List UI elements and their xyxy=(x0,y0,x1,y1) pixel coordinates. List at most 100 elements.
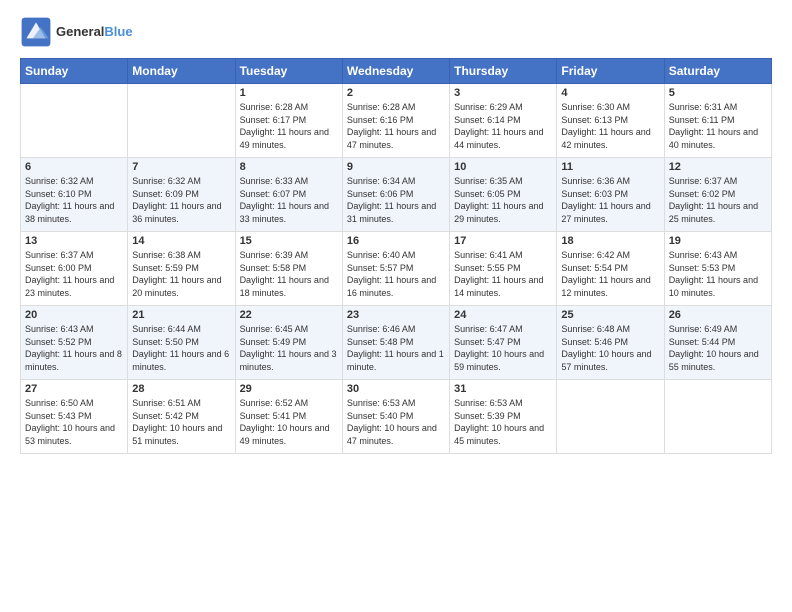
day-number: 31 xyxy=(454,383,552,395)
day-header-monday: Monday xyxy=(128,59,235,84)
calendar-cell: 21 Sunrise: 6:44 AM Sunset: 5:50 PM Dayli… xyxy=(128,306,235,380)
calendar-cell: 7 Sunrise: 6:32 AM Sunset: 6:09 PM Daylig… xyxy=(128,158,235,232)
day-number: 17 xyxy=(454,235,552,247)
cell-info: Sunrise: 6:39 AM Sunset: 5:58 PM Dayligh… xyxy=(240,249,338,299)
calendar-cell: 20 Sunrise: 6:43 AM Sunset: 5:52 PM Dayli… xyxy=(21,306,128,380)
day-number: 3 xyxy=(454,87,552,99)
day-number: 25 xyxy=(561,309,659,321)
week-row-4: 20 Sunrise: 6:43 AM Sunset: 5:52 PM Dayli… xyxy=(21,306,772,380)
calendar-cell: 30Sunrise: 6:53 AM Sunset: 5:40 PM Dayli… xyxy=(342,380,449,454)
day-header-saturday: Saturday xyxy=(664,59,771,84)
calendar-cell: 2 Sunrise: 6:28 AM Sunset: 6:16 PM Daylig… xyxy=(342,84,449,158)
logo: GeneralBlue xyxy=(20,16,133,48)
calendar-cell xyxy=(21,84,128,158)
calendar-cell xyxy=(664,380,771,454)
logo-text: GeneralBlue xyxy=(56,24,133,40)
day-number: 21 xyxy=(132,309,230,321)
day-header-thursday: Thursday xyxy=(450,59,557,84)
day-number: 10 xyxy=(454,161,552,173)
week-row-2: 6 Sunrise: 6:32 AM Sunset: 6:10 PM Daylig… xyxy=(21,158,772,232)
cell-info: Sunrise: 6:46 AM Sunset: 5:48 PM Dayligh… xyxy=(347,323,445,373)
day-number: 13 xyxy=(25,235,123,247)
cell-info: Sunrise: 6:29 AM Sunset: 6:14 PM Dayligh… xyxy=(454,101,552,151)
day-number: 27 xyxy=(25,383,123,395)
cell-info: Sunrise: 6:37 AM Sunset: 6:00 PM Dayligh… xyxy=(25,249,123,299)
calendar-table: SundayMondayTuesdayWednesdayThursdayFrid… xyxy=(20,58,772,454)
day-number: 2 xyxy=(347,87,445,99)
cell-info: Sunrise: 6:53 AM Sunset: 5:39 PM Dayligh… xyxy=(454,397,552,447)
day-number: 23 xyxy=(347,309,445,321)
cell-info: Sunrise: 6:51 AM Sunset: 5:42 PM Dayligh… xyxy=(132,397,230,447)
cell-info: Sunrise: 6:31 AM Sunset: 6:11 PM Dayligh… xyxy=(669,101,767,151)
day-header-sunday: Sunday xyxy=(21,59,128,84)
day-number: 18 xyxy=(561,235,659,247)
cell-info: Sunrise: 6:53 AM Sunset: 5:40 PM Dayligh… xyxy=(347,397,445,447)
day-number: 16 xyxy=(347,235,445,247)
day-number: 12 xyxy=(669,161,767,173)
day-number: 20 xyxy=(25,309,123,321)
day-number: 28 xyxy=(132,383,230,395)
day-number: 22 xyxy=(240,309,338,321)
calendar-cell: 5 Sunrise: 6:31 AM Sunset: 6:11 PM Daylig… xyxy=(664,84,771,158)
calendar-cell xyxy=(557,380,664,454)
calendar-cell: 11Sunrise: 6:36 AM Sunset: 6:03 PM Dayli… xyxy=(557,158,664,232)
header: GeneralBlue xyxy=(20,16,772,48)
day-number: 1 xyxy=(240,87,338,99)
calendar-cell: 29Sunrise: 6:52 AM Sunset: 5:41 PM Dayli… xyxy=(235,380,342,454)
calendar-cell: 13 Sunrise: 6:37 AM Sunset: 6:00 PM Dayli… xyxy=(21,232,128,306)
calendar-cell: 28 Sunrise: 6:51 AM Sunset: 5:42 PM Dayli… xyxy=(128,380,235,454)
cell-info: Sunrise: 6:40 AM Sunset: 5:57 PM Dayligh… xyxy=(347,249,445,299)
calendar-cell: 9Sunrise: 6:34 AM Sunset: 6:06 PM Daylig… xyxy=(342,158,449,232)
calendar-cell: 18 Sunrise: 6:42 AM Sunset: 5:54 PM Dayli… xyxy=(557,232,664,306)
day-number: 4 xyxy=(561,87,659,99)
calendar-cell: 24Sunrise: 6:47 AM Sunset: 5:47 PM Dayli… xyxy=(450,306,557,380)
cell-info: Sunrise: 6:41 AM Sunset: 5:55 PM Dayligh… xyxy=(454,249,552,299)
calendar-cell: 31 Sunrise: 6:53 AM Sunset: 5:39 PM Dayli… xyxy=(450,380,557,454)
page: GeneralBlue SundayMondayTuesdayWednesday… xyxy=(0,0,792,612)
day-number: 19 xyxy=(669,235,767,247)
day-number: 11 xyxy=(561,161,659,173)
day-header-tuesday: Tuesday xyxy=(235,59,342,84)
day-number: 8 xyxy=(240,161,338,173)
calendar-cell: 22 Sunrise: 6:45 AM Sunset: 5:49 PM Dayli… xyxy=(235,306,342,380)
cell-info: Sunrise: 6:30 AM Sunset: 6:13 PM Dayligh… xyxy=(561,101,659,151)
calendar-cell: 4 Sunrise: 6:30 AM Sunset: 6:13 PM Daylig… xyxy=(557,84,664,158)
calendar-cell: 23 Sunrise: 6:46 AM Sunset: 5:48 PM Dayli… xyxy=(342,306,449,380)
cell-info: Sunrise: 6:42 AM Sunset: 5:54 PM Dayligh… xyxy=(561,249,659,299)
cell-info: Sunrise: 6:45 AM Sunset: 5:49 PM Dayligh… xyxy=(240,323,338,373)
cell-info: Sunrise: 6:44 AM Sunset: 5:50 PM Dayligh… xyxy=(132,323,230,373)
cell-info: Sunrise: 6:34 AM Sunset: 6:06 PM Dayligh… xyxy=(347,175,445,225)
day-number: 15 xyxy=(240,235,338,247)
cell-info: Sunrise: 6:28 AM Sunset: 6:16 PM Dayligh… xyxy=(347,101,445,151)
cell-info: Sunrise: 6:37 AM Sunset: 6:02 PM Dayligh… xyxy=(669,175,767,225)
calendar-cell: 6 Sunrise: 6:32 AM Sunset: 6:10 PM Daylig… xyxy=(21,158,128,232)
day-header-wednesday: Wednesday xyxy=(342,59,449,84)
cell-info: Sunrise: 6:43 AM Sunset: 5:53 PM Dayligh… xyxy=(669,249,767,299)
cell-info: Sunrise: 6:32 AM Sunset: 6:09 PM Dayligh… xyxy=(132,175,230,225)
calendar-cell: 26Sunrise: 6:49 AM Sunset: 5:44 PM Dayli… xyxy=(664,306,771,380)
week-row-1: 1 Sunrise: 6:28 AM Sunset: 6:17 PM Daylig… xyxy=(21,84,772,158)
cell-info: Sunrise: 6:48 AM Sunset: 5:46 PM Dayligh… xyxy=(561,323,659,373)
calendar-cell xyxy=(128,84,235,158)
cell-info: Sunrise: 6:28 AM Sunset: 6:17 PM Dayligh… xyxy=(240,101,338,151)
cell-info: Sunrise: 6:50 AM Sunset: 5:43 PM Dayligh… xyxy=(25,397,123,447)
cell-info: Sunrise: 6:52 AM Sunset: 5:41 PM Dayligh… xyxy=(240,397,338,447)
cell-info: Sunrise: 6:49 AM Sunset: 5:44 PM Dayligh… xyxy=(669,323,767,373)
calendar-cell: 14Sunrise: 6:38 AM Sunset: 5:59 PM Dayli… xyxy=(128,232,235,306)
day-number: 7 xyxy=(132,161,230,173)
cell-info: Sunrise: 6:47 AM Sunset: 5:47 PM Dayligh… xyxy=(454,323,552,373)
cell-info: Sunrise: 6:33 AM Sunset: 6:07 PM Dayligh… xyxy=(240,175,338,225)
day-number: 6 xyxy=(25,161,123,173)
calendar-cell: 1 Sunrise: 6:28 AM Sunset: 6:17 PM Daylig… xyxy=(235,84,342,158)
header-row: SundayMondayTuesdayWednesdayThursdayFrid… xyxy=(21,59,772,84)
cell-info: Sunrise: 6:38 AM Sunset: 5:59 PM Dayligh… xyxy=(132,249,230,299)
calendar-cell: 15 Sunrise: 6:39 AM Sunset: 5:58 PM Dayli… xyxy=(235,232,342,306)
day-number: 5 xyxy=(669,87,767,99)
cell-info: Sunrise: 6:43 AM Sunset: 5:52 PM Dayligh… xyxy=(25,323,123,373)
cell-info: Sunrise: 6:32 AM Sunset: 6:10 PM Dayligh… xyxy=(25,175,123,225)
cell-info: Sunrise: 6:35 AM Sunset: 6:05 PM Dayligh… xyxy=(454,175,552,225)
calendar-cell: 3 Sunrise: 6:29 AM Sunset: 6:14 PM Daylig… xyxy=(450,84,557,158)
calendar-cell: 25 Sunrise: 6:48 AM Sunset: 5:46 PM Dayli… xyxy=(557,306,664,380)
calendar-cell: 27 Sunrise: 6:50 AM Sunset: 5:43 PM Dayli… xyxy=(21,380,128,454)
calendar-cell: 16 Sunrise: 6:40 AM Sunset: 5:57 PM Dayli… xyxy=(342,232,449,306)
